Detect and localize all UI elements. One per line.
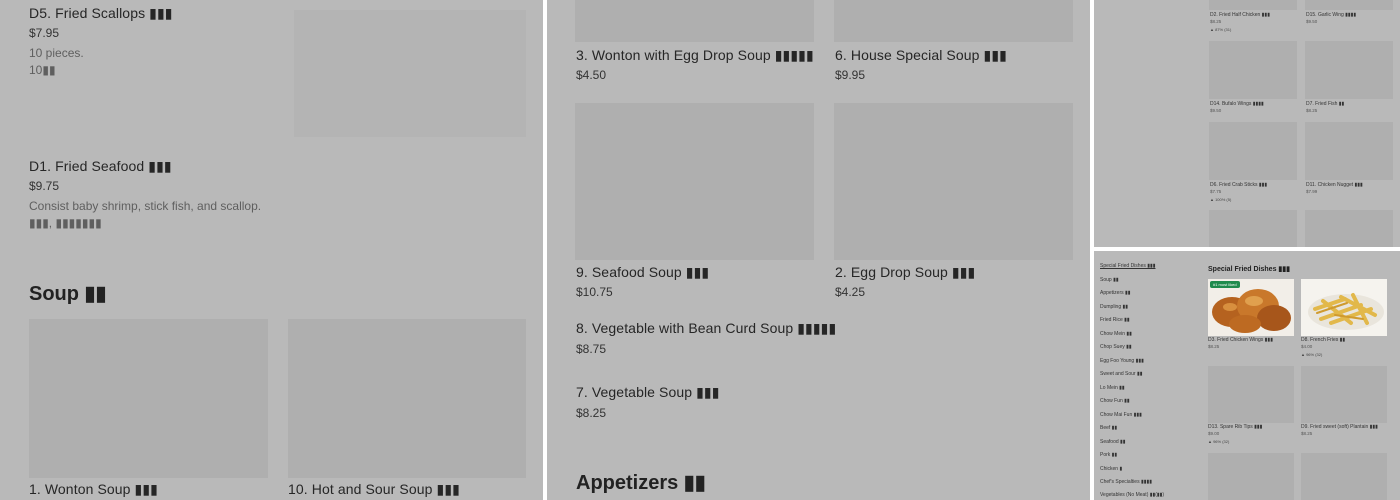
- item-name[interactable]: D11. Chicken Nugget ▮▮▮: [1306, 182, 1363, 188]
- french-fries-photo: [1301, 279, 1387, 336]
- item-image[interactable]: [575, 0, 814, 42]
- item-name[interactable]: 10. Hot and Sour Soup ▮▮▮: [288, 481, 460, 498]
- item-description: 10 pieces.: [29, 46, 84, 60]
- item-price: $8.25: [576, 406, 607, 420]
- item-name[interactable]: D9. Fried sweet (soft) Plantain ▮▮▮: [1301, 424, 1378, 430]
- item-image[interactable]: [1301, 453, 1387, 500]
- item-name[interactable]: D13. Spare Rib Tips ▮▮▮: [1208, 424, 1262, 430]
- item-price: $8.75: [576, 342, 607, 356]
- item-name[interactable]: 2. Egg Drop Soup ▮▮▮: [835, 264, 975, 281]
- item-price: $4.50: [576, 68, 607, 82]
- sidebar-item-chefs-specialties[interactable]: Chef's Specialties ▮▮▮▮: [1100, 479, 1152, 485]
- item-image[interactable]: [1305, 210, 1393, 247]
- rating-badge: ▲ 96% (32): [1301, 352, 1323, 357]
- item-image[interactable]: [1209, 41, 1297, 99]
- item-image[interactable]: [834, 103, 1073, 260]
- item-description-secondary: 10▮▮: [29, 63, 56, 77]
- menu-panel-soup: 3. Wonton with Egg Drop Soup ▮▮▮▮▮ $4.50…: [547, 0, 1090, 500]
- item-name[interactable]: D2. Fried Half Chicken ▮▮▮: [1210, 12, 1270, 18]
- menu-panel-thumbnail-top: D2. Fried Half Chicken ▮▮▮ $8.25 ▲ 87% (…: [1094, 0, 1400, 247]
- item-image[interactable]: [1305, 41, 1393, 99]
- item-price: $9.00: [1208, 431, 1220, 436]
- sidebar-item-appetizers[interactable]: Appetizers ▮▮: [1100, 290, 1131, 296]
- item-price: $4.00: [1301, 344, 1313, 349]
- item-name[interactable]: D15. Garlic Wing ▮▮▮▮: [1306, 12, 1356, 18]
- item-name[interactable]: 3. Wonton with Egg Drop Soup ▮▮▮▮▮: [576, 47, 814, 64]
- section-heading-soup: Soup ▮▮: [29, 283, 107, 305]
- item-price: $8.25: [1301, 431, 1313, 436]
- item-image-french-fries[interactable]: [1301, 279, 1387, 336]
- item-image[interactable]: [294, 10, 526, 137]
- item-image[interactable]: [1209, 122, 1297, 180]
- item-name[interactable]: D7. Fried Fish ▮▮: [1306, 101, 1344, 107]
- sidebar-item-chow-fun[interactable]: Chow Fun ▮▮: [1100, 398, 1130, 404]
- item-name[interactable]: D6. Fried Crab Sticks ▮▮▮: [1210, 182, 1267, 188]
- rating-badge: ▲ 100% (5): [1210, 197, 1232, 202]
- sidebar-item-special-fried-dishes[interactable]: Special Fried Dishes ▮▮▮: [1100, 263, 1156, 269]
- sidebar-item-beef[interactable]: Beef ▮▮: [1100, 425, 1117, 431]
- sidebar-item-chicken[interactable]: Chicken ▮: [1100, 466, 1122, 472]
- item-image[interactable]: [1208, 366, 1294, 423]
- item-name[interactable]: D14. Bufalo Wings ▮▮▮▮: [1210, 101, 1264, 107]
- sidebar-item-chop-suey[interactable]: Chop Suey ▮▮: [1100, 344, 1132, 350]
- item-price: $9.50: [1210, 108, 1222, 113]
- item-image[interactable]: [834, 0, 1073, 42]
- section-heading-special-fried-dishes: Special Fried Dishes ▮▮▮: [1208, 266, 1290, 273]
- item-image[interactable]: [575, 103, 814, 260]
- item-name[interactable]: D8. French Fries ▮▮: [1301, 337, 1345, 343]
- item-image[interactable]: [1305, 122, 1393, 180]
- item-name[interactable]: 6. House Special Soup ▮▮▮: [835, 47, 1007, 64]
- rating-badge: ▲ 96% (32): [1208, 439, 1230, 444]
- item-image[interactable]: [1209, 0, 1297, 10]
- item-description-secondary: ▮▮▮, ▮▮▮▮▮▮▮: [29, 216, 102, 230]
- most-liked-badge: #1 most liked: [1210, 281, 1240, 288]
- item-image[interactable]: [1301, 366, 1387, 423]
- item-image-fried-chicken-wings[interactable]: #1 most liked: [1208, 279, 1294, 336]
- item-price: $8.25: [1208, 344, 1220, 349]
- item-image[interactable]: [288, 319, 526, 478]
- item-price: $9.75: [29, 179, 60, 193]
- sidebar-item-lo-mein[interactable]: Lo Mein ▮▮: [1100, 385, 1125, 391]
- item-price: $7.95: [29, 26, 60, 40]
- item-price: $9.95: [835, 68, 866, 82]
- sidebar-item-egg-foo-young[interactable]: Egg Foo Young ▮▮▮: [1100, 358, 1144, 364]
- sidebar-item-dumpling[interactable]: Dumpling ▮▮: [1100, 304, 1128, 310]
- sidebar-item-pork[interactable]: Pork ▮▮: [1100, 452, 1117, 458]
- item-name[interactable]: 9. Seafood Soup ▮▮▮: [576, 264, 709, 281]
- item-image[interactable]: [29, 319, 268, 478]
- sidebar-item-seafood[interactable]: Seafood ▮▮: [1100, 439, 1126, 445]
- rating-badge: ▲ 87% (31): [1210, 27, 1232, 32]
- item-name[interactable]: D1. Fried Seafood ▮▮▮: [29, 158, 172, 175]
- item-description: Consist baby shrimp, stick fish, and sca…: [29, 199, 262, 213]
- sidebar-item-chow-mai-fun[interactable]: Chow Mai Fun ▮▮▮: [1100, 412, 1142, 418]
- section-heading-appetizers: Appetizers ▮▮: [576, 472, 706, 494]
- item-image[interactable]: [1208, 453, 1294, 500]
- item-price: $8.25: [1306, 108, 1318, 113]
- sidebar-item-chow-mein[interactable]: Chow Mein ▮▮: [1100, 331, 1132, 337]
- item-name[interactable]: D5. Fried Scallops ▮▮▮: [29, 5, 173, 22]
- item-name[interactable]: 8. Vegetable with Bean Curd Soup ▮▮▮▮▮: [576, 320, 836, 337]
- item-price: $10.75: [576, 285, 613, 299]
- item-price: $9.50: [1306, 19, 1318, 24]
- item-name[interactable]: 1. Wonton Soup ▮▮▮: [29, 481, 158, 498]
- item-price: $4.25: [835, 285, 866, 299]
- sidebar-item-fried-rice[interactable]: Fried Rice ▮▮: [1100, 317, 1130, 323]
- sidebar-item-soup[interactable]: Soup ▮▮: [1100, 277, 1119, 283]
- item-price: $7.99: [1306, 189, 1318, 194]
- sidebar-item-sweet-and-sour[interactable]: Sweet and Sour ▮▮: [1100, 371, 1142, 377]
- item-price: $8.25: [1210, 19, 1222, 24]
- sidebar-item-vegetables[interactable]: Vegetables (No Meat) ▮▮(▮▮): [1100, 492, 1164, 498]
- item-price: $7.75: [1210, 189, 1222, 194]
- item-image[interactable]: [1209, 210, 1297, 247]
- item-image[interactable]: [1305, 0, 1393, 10]
- menu-panel-fried-seafood: D5. Fried Scallops ▮▮▮ $7.95 10 pieces. …: [0, 0, 543, 500]
- item-name[interactable]: D3. Fried Chicken Wings ▮▮▮: [1208, 337, 1273, 343]
- item-name[interactable]: 7. Vegetable Soup ▮▮▮: [576, 384, 720, 401]
